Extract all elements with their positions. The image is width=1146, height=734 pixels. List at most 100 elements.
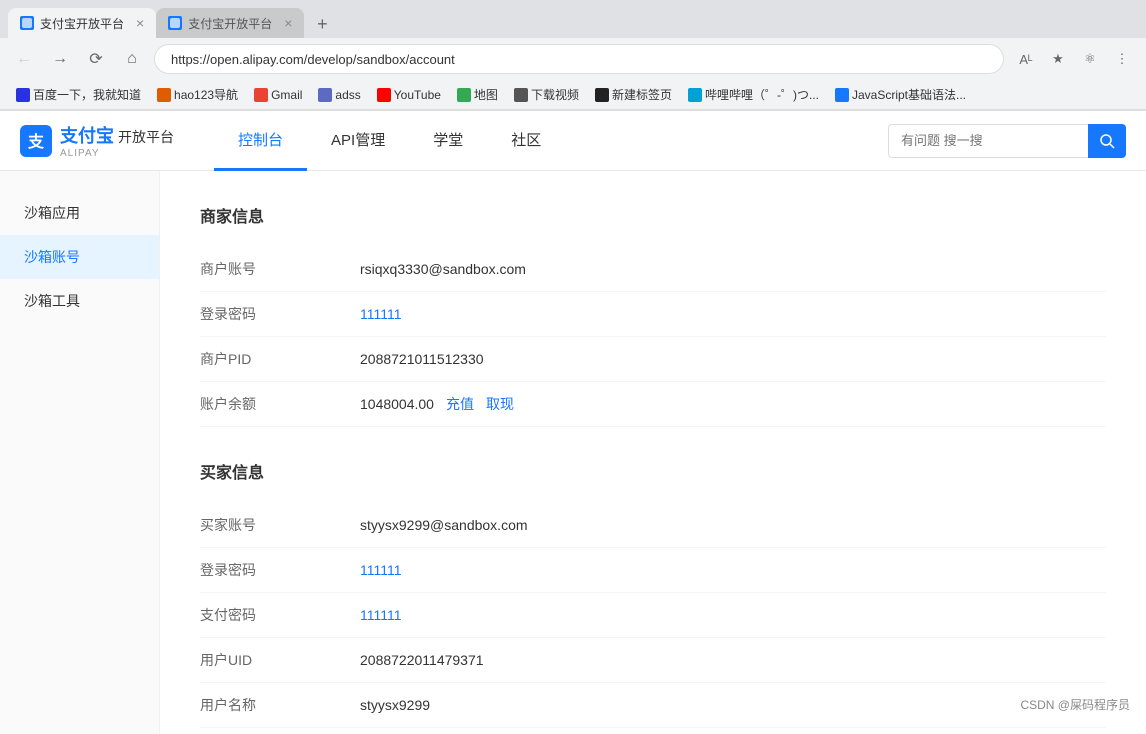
bookmark-button[interactable]: ★ xyxy=(1044,45,1072,73)
bookmark-baidu[interactable]: 百度一下，我就知道 xyxy=(10,84,147,105)
buyer-account-value: styysx9299@sandbox.com xyxy=(360,517,528,533)
bookmark-adss[interactable]: adss xyxy=(312,86,366,104)
merchant-withdraw-link[interactable]: 取现 xyxy=(486,394,514,414)
tab-1-title: 支付宝开放平台 xyxy=(40,15,124,32)
bookmark-adss-icon xyxy=(318,88,332,102)
sidebar-item-sandbox-tools[interactable]: 沙箱工具 xyxy=(0,279,159,323)
merchant-account-label: 商户账号 xyxy=(200,259,360,279)
bookmark-newtab-label: 新建标签页 xyxy=(612,86,672,103)
alipay-logo-icon: 支 xyxy=(20,125,52,157)
bookmark-maps[interactable]: 地图 xyxy=(451,84,504,105)
new-tab-button[interactable]: + xyxy=(308,10,336,38)
bookmark-youtube-label: YouTube xyxy=(394,88,441,102)
merchant-balance-amount: 1048004.00 xyxy=(360,396,434,412)
main-content: 沙箱应用 沙箱账号 沙箱工具 商家信息 商户账号 rsiqxq3330@sand… xyxy=(0,171,1146,734)
bookmark-bilibili[interactable]: 哔哩哔哩（゜-゜)つ... xyxy=(682,84,825,105)
reload-button[interactable]: ⟳ xyxy=(82,45,110,73)
merchant-password-label: 登录密码 xyxy=(200,304,360,324)
bookmark-hao123[interactable]: hao123导航 xyxy=(151,84,244,105)
home-button[interactable]: ⌂ xyxy=(118,45,146,73)
merchant-section-title: 商家信息 xyxy=(200,203,1106,227)
tab-2-icon xyxy=(168,16,182,30)
bookmark-hao123-label: hao123导航 xyxy=(174,86,238,103)
sidebar-item-sandbox-app[interactable]: 沙箱应用 xyxy=(0,191,159,235)
bookmark-bilibili-label: 哔哩哔哩（゜-゜)つ... xyxy=(705,86,819,103)
buyer-login-password-label: 登录密码 xyxy=(200,560,360,580)
merchant-password-row: 登录密码 111111 xyxy=(200,292,1106,337)
buyer-pay-password-link[interactable]: 111111 xyxy=(360,607,402,623)
buyer-account-label: 买家账号 xyxy=(200,515,360,535)
bookmark-gmail-label: Gmail xyxy=(271,88,302,102)
bookmark-download-icon xyxy=(514,88,528,102)
bookmark-youtube[interactable]: YouTube xyxy=(371,86,447,104)
bookmark-hao123-icon xyxy=(157,88,171,102)
nav-api[interactable]: API管理 xyxy=(307,111,409,171)
forward-button[interactable]: → xyxy=(46,45,74,73)
top-nav: 支 支付宝 开放平台 ALIPAY 控制台 API管理 学堂 社区 xyxy=(0,111,1146,171)
search-input[interactable] xyxy=(888,124,1088,158)
logo-main: 支付宝 xyxy=(60,122,114,148)
buyer-username-row: 用户名称 styysx9299 xyxy=(200,683,1106,728)
logo-alipay: ALIPAY xyxy=(60,148,174,159)
tab-2[interactable]: 支付宝开放平台 × xyxy=(156,8,304,38)
bookmark-maps-label: 地图 xyxy=(474,86,498,103)
merchant-recharge-link[interactable]: 充值 xyxy=(446,394,474,414)
back-button[interactable]: ← xyxy=(10,45,38,73)
browser-actions: Aᴸ ★ ⚛ ⋮ xyxy=(1012,45,1136,73)
nav-dashboard[interactable]: 控制台 xyxy=(214,111,307,171)
tab-1-icon xyxy=(20,16,34,30)
svg-text:支: 支 xyxy=(27,132,45,151)
extensions-button[interactable]: ⚛ xyxy=(1076,45,1104,73)
bookmark-js-icon xyxy=(835,88,849,102)
merchant-password-link[interactable]: 111111 xyxy=(360,306,402,322)
bookmark-gmail-icon xyxy=(254,88,268,102)
logo-area: 支 支付宝 开放平台 ALIPAY xyxy=(20,122,174,159)
search-button[interactable] xyxy=(1088,124,1126,158)
bookmark-js[interactable]: JavaScript基础语法... xyxy=(829,84,972,105)
merchant-info-table: 商户账号 rsiqxq3330@sandbox.com 登录密码 111111 … xyxy=(200,247,1106,427)
menu-button[interactable]: ⋮ xyxy=(1108,45,1136,73)
sidebar: 沙箱应用 沙箱账号 沙箱工具 xyxy=(0,171,160,734)
logo-text: 支付宝 开放平台 ALIPAY xyxy=(60,122,174,159)
bookmark-gmail[interactable]: Gmail xyxy=(248,86,308,104)
merchant-account-row: 商户账号 rsiqxq3330@sandbox.com xyxy=(200,247,1106,292)
buyer-info-table: 买家账号 styysx9299@sandbox.com 登录密码 111111 … xyxy=(200,503,1106,734)
buyer-section-title: 买家信息 xyxy=(200,459,1106,483)
tab-1[interactable]: 支付宝开放平台 × xyxy=(8,8,156,38)
address-input[interactable] xyxy=(154,44,1004,74)
tab-1-close[interactable]: × xyxy=(136,15,144,31)
buyer-uid-value: 2088722011479371 xyxy=(360,652,484,668)
bookmark-maps-icon xyxy=(457,88,471,102)
nav-learn[interactable]: 学堂 xyxy=(409,111,487,171)
merchant-pid-row: 商户PID 2088721011512330 xyxy=(200,337,1106,382)
sidebar-item-sandbox-account[interactable]: 沙箱账号 xyxy=(0,235,159,279)
buyer-account-row: 买家账号 styysx9299@sandbox.com xyxy=(200,503,1106,548)
bookmark-download[interactable]: 下载视频 xyxy=(508,84,585,105)
merchant-account-value: rsiqxq3330@sandbox.com xyxy=(360,261,526,277)
nav-community[interactable]: 社区 xyxy=(487,111,565,171)
buyer-id-type-row: 证件类型 IDENTITY_CARD xyxy=(200,728,1106,734)
tab-2-title: 支付宝开放平台 xyxy=(188,15,272,32)
content-area: 商家信息 商户账号 rsiqxq3330@sandbox.com 登录密码 11… xyxy=(160,171,1146,734)
bookmark-bilibili-icon xyxy=(688,88,702,102)
merchant-balance-value: 1048004.00 充值 取现 xyxy=(360,394,514,414)
bookmarks-bar: 百度一下，我就知道 hao123导航 Gmail adss YouTube 地图… xyxy=(0,80,1146,110)
buyer-login-password-link[interactable]: 111111 xyxy=(360,562,402,578)
browser-chrome: 支付宝开放平台 × 支付宝开放平台 × + ← → ⟳ ⌂ Aᴸ ★ ⚛ ⋮ 百… xyxy=(0,0,1146,111)
logo-sub: 开放平台 xyxy=(118,127,174,147)
buyer-pay-password-row: 支付密码 111111 xyxy=(200,593,1106,638)
tab-2-close[interactable]: × xyxy=(284,15,292,31)
csdn-watermark: CSDN @屎码程序员 xyxy=(1020,696,1130,713)
translate-button[interactable]: Aᴸ xyxy=(1012,45,1040,73)
buyer-login-password-value: 111111 xyxy=(360,562,402,578)
search-area xyxy=(888,124,1126,158)
merchant-password-value: 111111 xyxy=(360,306,402,322)
bookmark-newtab-icon xyxy=(595,88,609,102)
buyer-username-label: 用户名称 xyxy=(200,695,360,715)
bookmark-js-label: JavaScript基础语法... xyxy=(852,86,966,103)
buyer-pay-password-label: 支付密码 xyxy=(200,605,360,625)
bookmark-newtab[interactable]: 新建标签页 xyxy=(589,84,678,105)
merchant-balance-label: 账户余额 xyxy=(200,394,360,414)
bookmark-youtube-icon xyxy=(377,88,391,102)
merchant-balance-row: 账户余额 1048004.00 充值 取现 xyxy=(200,382,1106,427)
